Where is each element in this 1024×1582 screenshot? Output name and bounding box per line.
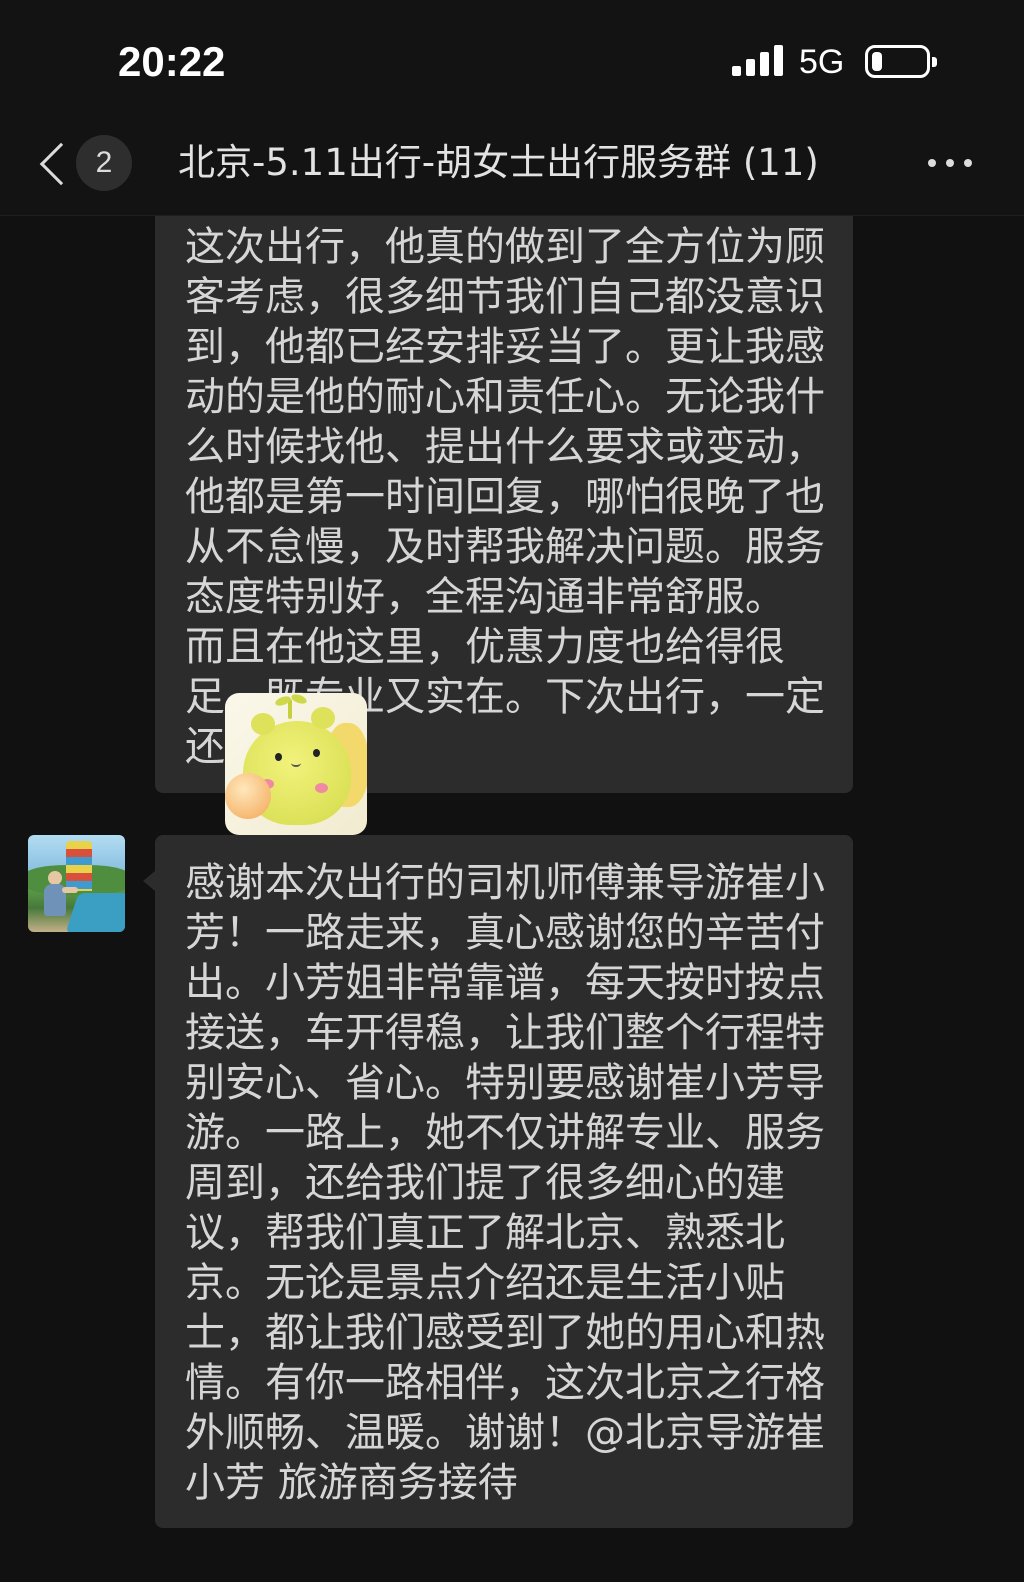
sender-avatar[interactable] bbox=[28, 835, 125, 932]
more-dot bbox=[928, 159, 936, 167]
message-text-line: 士，都让我们感受到了她的用心和热 bbox=[185, 1310, 825, 1356]
message-text-line: 到，他都已经安排妥当了。更让我感 bbox=[185, 324, 825, 370]
back-button[interactable]: 2 bbox=[30, 130, 140, 196]
message-text-line: 芳！一路走来，真心感谢您的辛苦付 bbox=[185, 910, 825, 956]
header: 20:22 5G 2 北京-5.11出行-胡女士出行服务群 (11) bbox=[0, 0, 1024, 216]
message-text-line: 游。一路上，她不仅讲解专业、服务 bbox=[185, 1110, 825, 1156]
sticker-bear-cheek bbox=[315, 783, 328, 793]
sticker-ball bbox=[225, 773, 271, 819]
yellow-bear-sticker[interactable] bbox=[225, 693, 367, 835]
unread-count-badge[interactable]: 2 bbox=[76, 135, 132, 191]
more-dot bbox=[946, 159, 954, 167]
signal-bars-icon bbox=[732, 44, 784, 76]
avatar-slide bbox=[65, 893, 125, 932]
signal-bar bbox=[732, 66, 741, 76]
sticker-bear-mouth bbox=[291, 759, 301, 767]
message-text-line: 动的是他的耐心和责任心。无论我什 bbox=[185, 374, 825, 420]
avatar-person-arm bbox=[62, 887, 78, 893]
chat-title: 北京-5.11出行-胡女士出行服务群 (11) bbox=[178, 141, 819, 184]
message-text-line: 从不怠慢，及时帮我解决问题。服务 bbox=[185, 524, 825, 570]
message-text-line: 这次出行，他真的做到了全方位为顾 bbox=[185, 224, 825, 270]
message-text-line: 接送，车开得稳，让我们整个行程特 bbox=[185, 1010, 825, 1056]
message-text-line: 别安心、省心。特别要感谢崔小芳导 bbox=[185, 1060, 825, 1106]
message-text-line: 外顺畅、温暖。谢谢！@北京导游崔 bbox=[185, 1410, 825, 1456]
status-time: 20:22 bbox=[118, 38, 226, 85]
battery-icon bbox=[865, 45, 937, 78]
more-dots-icon[interactable] bbox=[920, 148, 980, 178]
message-text-line: 他都是第一时间回复，哪怕很晚了也 bbox=[185, 474, 825, 520]
signal-bar bbox=[760, 52, 769, 76]
sticker-bear-ear bbox=[251, 713, 275, 735]
message-text-line: 么时候找他、提出什么要求或变动， bbox=[185, 424, 825, 470]
more-dot bbox=[964, 159, 972, 167]
message-text-line: 京。无论是景点介绍还是生活小贴 bbox=[185, 1260, 785, 1306]
avatar-playground-tower bbox=[66, 841, 92, 891]
sticker-bear-eye bbox=[275, 753, 282, 761]
message-text-line: 而且在他这里，优惠力度也给得很 bbox=[185, 624, 785, 670]
avatar-person-head bbox=[48, 871, 62, 885]
message-text-line: 情。有你一路相伴，这次北京之行格 bbox=[185, 1360, 825, 1406]
signal-bar bbox=[774, 45, 783, 76]
message-text-line: 感谢本次出行的司机师傅兼导游崔小 bbox=[185, 860, 825, 906]
sticker-bear-eye bbox=[313, 749, 320, 757]
message-text-line: 出。小芳姐非常靠谱，每天按时按点 bbox=[185, 960, 825, 1006]
message-text-line: 客考虑，很多细节我们自己都没意识 bbox=[185, 274, 825, 320]
sticker-bear-ear bbox=[311, 707, 335, 729]
battery-nub bbox=[932, 57, 937, 67]
message-text-line: 周到，还给我们提了很多细心的建 bbox=[185, 1160, 785, 1206]
battery-fill bbox=[872, 52, 882, 71]
message-bubble[interactable]: 感谢本次出行的司机师傅兼导游崔小 芳！一路走来，真心感谢您的辛苦付 出。小芳姐非… bbox=[143, 835, 853, 1528]
sticker-leaf bbox=[290, 693, 308, 706]
network-type: 5G bbox=[799, 43, 845, 81]
message-text-line: 议，帮我们真正了解北京、熟悉北 bbox=[185, 1210, 785, 1256]
message-text-line: 小芳 旅游商务接待 bbox=[185, 1460, 518, 1506]
signal-bar bbox=[746, 59, 755, 76]
message-text-line: 态度特别好，全程沟通非常舒服。 bbox=[185, 574, 785, 620]
bubble-tail bbox=[143, 871, 155, 891]
